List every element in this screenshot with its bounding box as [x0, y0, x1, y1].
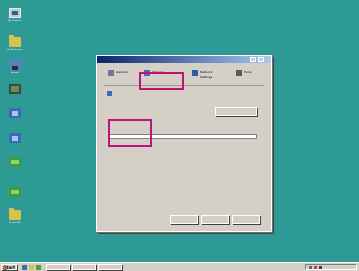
- app4-icon[interactable]: [5, 187, 25, 207]
- quicklaunch-ie-icon[interactable]: [22, 265, 27, 270]
- cancel-button[interactable]: [201, 215, 229, 224]
- ok-button[interactable]: [170, 215, 198, 224]
- desktop-icon-label: My Computer: [8, 20, 22, 22]
- app3-icon[interactable]: [5, 157, 25, 177]
- general-icon: [108, 70, 114, 76]
- folder2-icon: [9, 208, 21, 220]
- dialog-titlebar[interactable]: [97, 56, 271, 63]
- desktop-icon-label: [5, 144, 25, 149]
- quicklaunch-folder-icon[interactable]: [29, 265, 34, 270]
- desktop-icon-label: Network: [10, 72, 20, 74]
- start-button[interactable]: Start: [1, 264, 17, 270]
- toolbar-tools[interactable]: Tools: [234, 69, 266, 81]
- app-shortcut-icon: [9, 108, 21, 118]
- toolbar-general[interactable]: General: [106, 69, 138, 81]
- tools-icon: [236, 70, 242, 76]
- folder-icon: [9, 35, 21, 47]
- recycle-bin-icon[interactable]: Recycle Bin: [5, 208, 25, 230]
- app2-icon[interactable]: [5, 133, 25, 153]
- settings-toolbar: General Sharing Network Settings Tools: [104, 67, 264, 86]
- toolbar-label: General: [116, 70, 128, 74]
- toolbar-sublabel: Settings: [200, 75, 213, 79]
- desktop-icon-label: [5, 198, 25, 203]
- desktop-icon-label: [5, 168, 25, 173]
- taskbar-button-3[interactable]: [98, 264, 122, 270]
- toolbar-network[interactable]: Network Settings: [190, 69, 222, 81]
- desktop-icon-label: Recycle Bin: [9, 222, 21, 224]
- desktop-icon-label: [5, 95, 25, 100]
- network-icon[interactable]: Network: [5, 60, 25, 80]
- desktop-icon-label: My Documents: [7, 49, 23, 51]
- close-button[interactable]: [258, 57, 264, 62]
- properties-dialog: General Sharing Network Settings Tools: [96, 55, 272, 232]
- desktop: My Computer My Documents Network Recycle…: [0, 0, 359, 271]
- highlight-box-tab: [139, 72, 184, 90]
- tray-app-icon[interactable]: [314, 266, 317, 269]
- desktop-icon-label: [5, 119, 25, 124]
- program-shortcut-icon: [9, 84, 21, 94]
- taskbar: Start: [0, 262, 359, 271]
- my-computer-icon[interactable]: My Computer: [5, 8, 25, 28]
- toolbar-label: Network: [200, 70, 213, 74]
- taskbar-button-2[interactable]: [72, 264, 96, 270]
- highlight-box-field: [108, 119, 152, 147]
- toolbar-label: Tools: [244, 70, 252, 74]
- network-settings-icon: [192, 70, 198, 76]
- app3-shortcut-icon: [9, 157, 21, 167]
- tray-network-icon[interactable]: [309, 266, 312, 269]
- app4-shortcut-icon: [9, 187, 21, 197]
- settings-button[interactable]: [215, 107, 257, 116]
- program-icon[interactable]: [5, 84, 25, 104]
- taskbar-button-1[interactable]: [46, 264, 70, 270]
- quicklaunch-desktop-icon[interactable]: [36, 265, 41, 270]
- help-button[interactable]: [250, 57, 256, 62]
- apply-button[interactable]: [232, 215, 260, 224]
- network-places-icon: [9, 60, 21, 70]
- tray-volume-icon[interactable]: [319, 266, 322, 269]
- my-documents-icon[interactable]: My Documents: [5, 35, 25, 57]
- app-icon[interactable]: [5, 108, 25, 128]
- app2-shortcut-icon: [9, 133, 21, 143]
- computer-icon: [9, 8, 21, 18]
- info-icon: [107, 91, 112, 96]
- system-tray: [305, 264, 357, 270]
